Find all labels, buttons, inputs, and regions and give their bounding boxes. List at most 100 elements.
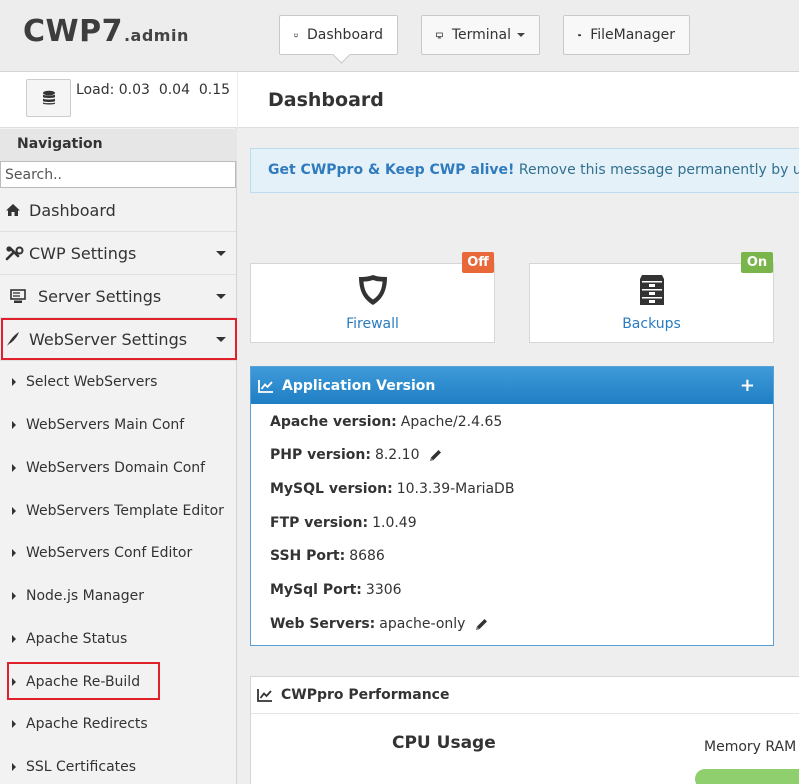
- sidebar-item-dashboard[interactable]: Dashboard: [0, 189, 236, 232]
- page-title: Dashboard: [268, 89, 384, 111]
- line-chart-icon: [257, 689, 272, 702]
- row-key: Apache version:: [270, 414, 397, 430]
- terminal-button[interactable]: Terminal: [421, 15, 540, 55]
- caret-right-icon: [12, 591, 16, 600]
- sidebar-subitem-apache-redirects[interactable]: Apache Redirects: [0, 702, 236, 745]
- sidebar-subitem-label: Select WebServers: [26, 373, 158, 390]
- search-input[interactable]: [0, 161, 236, 188]
- sidebar-subitem-label: Node.js Manager: [26, 587, 144, 604]
- expand-plus-icon[interactable]: +: [740, 377, 755, 395]
- caret-right-icon: [12, 463, 16, 472]
- monitor-icon: [436, 32, 443, 38]
- main-content: Dashboard Get CWPpro & Keep CWP alive! R…: [238, 72, 799, 784]
- brand-logo[interactable]: CWP7.admin: [23, 14, 189, 49]
- sidebar-subitem-label: WebServers Template Editor: [26, 502, 224, 519]
- sidebar-subitem-webservers-conf-editor[interactable]: WebServers Conf Editor: [0, 531, 236, 574]
- page-header: Dashboard: [238, 72, 799, 128]
- caret-right-icon: [12, 377, 16, 386]
- ftp-version-row: FTP version: 1.0.49: [270, 515, 417, 531]
- row-key: FTP version:: [270, 515, 369, 531]
- terminal-button-label: Terminal: [451, 27, 511, 43]
- row-value: 8686: [349, 548, 385, 564]
- backups-tile[interactable]: On Backups: [529, 252, 774, 343]
- line-chart-icon: [258, 379, 273, 393]
- application-version-header: Application Version: [251, 367, 773, 404]
- shield-icon: [358, 275, 387, 305]
- sidebar-subitem-label: Apache Redirects: [26, 715, 148, 732]
- row-key: SSH Port:: [270, 548, 346, 564]
- load-box: Load: 0.03 0.04 0.15: [0, 72, 237, 128]
- performance-panel: CWPpro Performance CPU Usage Memory RAM …: [250, 676, 799, 784]
- row-value: apache-only: [379, 616, 466, 632]
- memory-usage-bar: [695, 769, 799, 784]
- sidebar-subitem-label: SSL Certificates: [26, 758, 137, 775]
- top-bar: CWP7.admin Dashboard Terminal FileManage…: [0, 0, 799, 72]
- caret-right-icon: [12, 634, 16, 643]
- sidebar-subitem-webservers-template-editor[interactable]: WebServers Template Editor: [0, 489, 236, 532]
- caret-right-icon: [12, 548, 16, 557]
- application-version-panel: Application Version + Apache version: Apa…: [250, 366, 774, 646]
- row-key: PHP version:: [270, 447, 371, 463]
- backups-label: Backups: [622, 316, 681, 332]
- mysql-version-row: MySQL version: 10.3.39-MariaDB: [270, 481, 514, 497]
- sidebar-item-webserver-settings[interactable]: WebServer Settings: [0, 318, 236, 361]
- sidebar-subitem-webservers-domain-conf[interactable]: WebServers Domain Conf: [0, 446, 236, 489]
- sidebar-item-label: Dashboard: [29, 200, 116, 220]
- caret-right-icon: [12, 762, 16, 771]
- caret-right-icon: [12, 719, 16, 728]
- chevron-down-icon: [216, 294, 226, 299]
- sidebar-subitem-label: WebServers Main Conf: [26, 416, 185, 433]
- status-badge-off: Off: [462, 252, 494, 273]
- sidebar-item-label: CWP Settings: [29, 243, 137, 263]
- ssh-port-row: SSH Port: 8686: [270, 548, 385, 564]
- dashboard-button[interactable]: Dashboard: [279, 15, 398, 55]
- brand-name: CWP7: [23, 14, 123, 49]
- sidebar-subitem-label: Apache Re-Build: [26, 673, 141, 690]
- php-version-row: PHP version: 8.2.10: [270, 447, 443, 463]
- sidebar-subitem-webservers-main-conf[interactable]: WebServers Main Conf: [0, 403, 236, 446]
- sidebar-subitem-nodejs-manager[interactable]: Node.js Manager: [0, 574, 236, 617]
- firewall-tile[interactable]: Off Firewall: [250, 252, 495, 343]
- pencil-icon[interactable]: [474, 617, 489, 632]
- application-version-title: Application Version: [282, 377, 436, 394]
- server-icon: [10, 288, 38, 304]
- caret-right-icon: [12, 506, 16, 515]
- promo-alert-link[interactable]: Get CWPpro & Keep CWP alive!: [268, 162, 514, 178]
- row-value: 3306: [365, 582, 402, 598]
- mysql-port-row: MySql Port: 3306: [270, 582, 402, 598]
- sidebar-subitem-label: WebServers Conf Editor: [26, 544, 193, 561]
- memory-ram-label: Memory RAM (: [704, 739, 799, 755]
- web-servers-row: Web Servers: apache-only: [270, 616, 489, 632]
- chevron-down-icon: [216, 337, 226, 342]
- sidebar-item-server-settings[interactable]: Server Settings: [0, 275, 236, 318]
- monitor-icon: [294, 33, 298, 37]
- row-key: MySql Port:: [270, 582, 362, 598]
- sidebar-subitem-select-webservers[interactable]: Select WebServers: [0, 360, 236, 403]
- promo-alert: Get CWPpro & Keep CWP alive! Remove this…: [250, 148, 799, 193]
- pencil-icon[interactable]: [428, 448, 443, 463]
- filemanager-button[interactable]: FileManager: [563, 15, 690, 55]
- sidebar-item-label: WebServer Settings: [29, 329, 188, 349]
- sidebar-item-cwp-settings[interactable]: CWP Settings: [0, 232, 236, 275]
- database-icon: [42, 90, 55, 105]
- dashboard-button-label: Dashboard: [307, 27, 383, 43]
- sidebar: Load: 0.03 0.04 0.15 Navigation Dashboar…: [0, 72, 237, 784]
- sidebar-subitem-label: Apache Status: [26, 630, 128, 647]
- sidebar-subitem-apache-rebuild[interactable]: Apache Re-Build: [0, 660, 236, 703]
- row-value: 8.2.10: [374, 447, 420, 463]
- chevron-down-icon: [216, 251, 226, 256]
- row-value: 1.0.49: [372, 515, 417, 531]
- apache-version-row: Apache version: Apache/2.4.65: [270, 414, 502, 430]
- sidebar-subitem-label: WebServers Domain Conf: [26, 459, 206, 476]
- row-key: MySQL version:: [270, 481, 393, 497]
- sidebar-subitem-ssl-certificates[interactable]: SSL Certificates: [0, 745, 236, 784]
- archive-cabinet-icon: [639, 275, 664, 305]
- sidebar-item-label: Server Settings: [38, 286, 162, 306]
- brand-suffix: .admin: [123, 26, 189, 45]
- chevron-down-icon: [517, 33, 525, 37]
- tools-icon: [5, 245, 29, 261]
- load-average: Load: 0.03 0.04 0.15: [76, 82, 231, 98]
- sidebar-subitem-apache-status[interactable]: Apache Status: [0, 617, 236, 660]
- database-button[interactable]: [26, 79, 71, 117]
- row-value: 10.3.39-MariaDB: [396, 481, 515, 497]
